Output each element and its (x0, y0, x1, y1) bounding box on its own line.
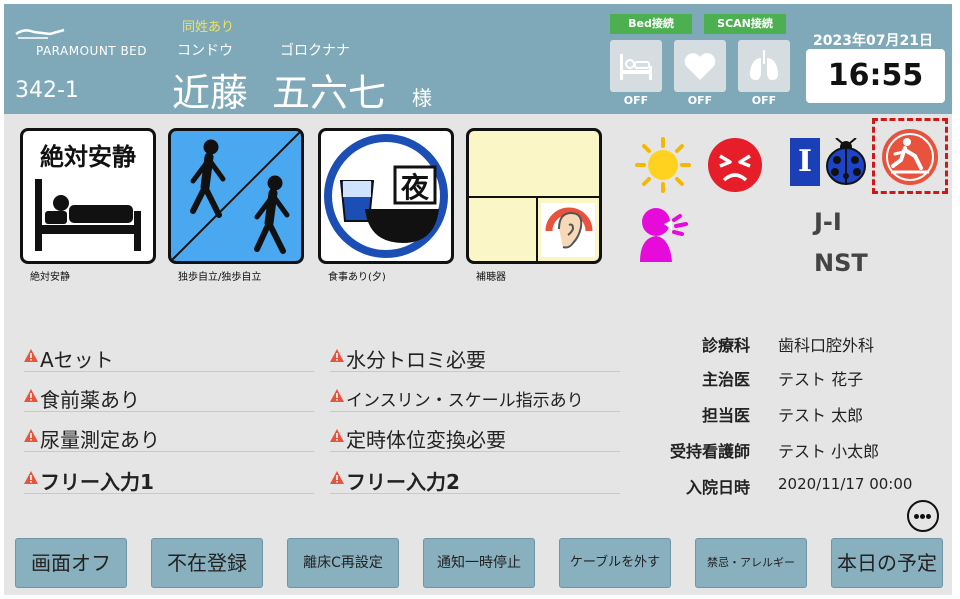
absence-register-button[interactable]: 不在登録 (151, 538, 263, 588)
warning-icon (330, 349, 344, 362)
note-item: 食前薬あり (24, 378, 314, 412)
paramount-bed-logo: PARAMOUNT BED (14, 26, 154, 62)
note-item: フリー入力1 (24, 460, 314, 494)
disconnect-cable-button[interactable]: ケーブルを外す (559, 538, 671, 588)
patient-kana-first: ゴロクナナ (280, 43, 350, 59)
card-hearing-aid-label: 補聴器 (476, 272, 506, 283)
card-meal-evening[interactable]: 夜 (318, 128, 454, 264)
heart-sensor-icon (684, 53, 716, 80)
note-item: フリー入力2 (330, 460, 620, 494)
department-value: 歯科口腔外科 (778, 336, 875, 355)
patient-name-first: 五六七 (272, 71, 387, 115)
note-item: 尿量測定あり (24, 418, 314, 452)
heart-sensor-status: OFF (687, 94, 713, 107)
bed-rest-icon: 絶対安静 (35, 143, 141, 251)
lungs-sensor-button[interactable] (738, 40, 790, 92)
lungs-sensor-status: OFF (751, 94, 777, 107)
same-name-warning: 同姓あり (182, 20, 235, 35)
warning-icon (24, 349, 38, 362)
note-item: インスリン・スケール指示あり (330, 378, 620, 412)
screen-off-button[interactable]: 画面オフ (15, 538, 127, 588)
card-walking-independent-label: 独歩自立/独歩自立 (178, 272, 262, 283)
note-text: インスリン・スケール指示あり (346, 391, 584, 411)
hearing-aid-icon (469, 196, 599, 261)
patient-name-last: 近藤 (172, 71, 249, 115)
note-item: 水分トロミ必要 (330, 338, 620, 372)
note-text: 定時体位変換必要 (346, 428, 506, 452)
patient-header: PARAMOUNT BED 342-1 同姓あり コンドウ ゴロクナナ 近藤 五… (4, 4, 952, 115)
logo-text: PARAMOUNT BED (36, 44, 147, 58)
warning-icon (330, 429, 344, 442)
meal-night-icon: 夜 (324, 134, 448, 258)
note-text: Aセット (40, 348, 114, 372)
room-number: 342-1 (15, 78, 79, 103)
warning-icon (24, 429, 38, 442)
angry-face-icon (708, 138, 762, 192)
insulin-letter: I (797, 144, 813, 179)
lungs-sensor-icon (749, 50, 779, 80)
pause-notification-button[interactable]: 通知一時停止 (423, 538, 535, 588)
card-hearing-aid[interactable] (466, 128, 602, 264)
admission-date-label: 入院日時 (685, 478, 750, 497)
note-item: 定時体位変換必要 (330, 418, 620, 452)
note-text: 食前薬あり (40, 388, 140, 412)
bedside-terminal-screen: PARAMOUNT BED 342-1 同姓あり コンドウ ゴロクナナ 近藤 五… (4, 4, 952, 595)
fall-risk-icon[interactable] (881, 128, 939, 186)
card-absolute-rest-label: 絶対安静 (30, 272, 70, 283)
doctor-in-charge-label: 担当医 (701, 406, 750, 425)
bed-sensor-button[interactable] (610, 40, 662, 92)
note-item: Aセット (24, 338, 314, 372)
honorific: 様 (412, 86, 432, 110)
todays-schedule-button[interactable]: 本日の予定 (831, 538, 943, 588)
walking-person-icon (171, 131, 301, 261)
card-meal-evening-label: 食事あり(夕) (328, 272, 386, 283)
department-label: 診療科 (701, 336, 750, 355)
note-text: 尿量測定あり (40, 428, 160, 452)
warning-icon (24, 471, 38, 484)
code-j-i: J-I (814, 208, 842, 236)
note-text: フリー入力1 (40, 470, 154, 494)
more-options-icon[interactable] (907, 500, 939, 532)
contraindication-allergy-button[interactable]: 禁忌・アレルギー (695, 538, 807, 588)
card-absolute-rest-title: 絶対安静 (40, 143, 136, 171)
card-walking-independent[interactable] (168, 128, 304, 264)
patient-kana-last: コンドウ (177, 43, 233, 59)
bed-sensor-status: OFF (623, 94, 649, 107)
ladybug-icon (826, 138, 866, 185)
primary-nurse-value: テスト 小太郎 (778, 442, 880, 461)
note-text: フリー入力2 (346, 470, 460, 494)
sun-icon (635, 137, 691, 193)
bed-connection-badge: Bed接続 (610, 14, 692, 34)
bed-sensor-icon (620, 54, 652, 80)
night-badge: 夜 (400, 171, 430, 204)
heart-sensor-button[interactable] (674, 40, 726, 92)
current-time: 16:55 (806, 49, 945, 103)
scan-connection-badge: SCAN接続 (704, 14, 786, 34)
warning-icon (330, 389, 344, 402)
doctor-in-charge-value: テスト 太郎 (778, 406, 864, 425)
note-text: 水分トロミ必要 (346, 348, 486, 372)
code-nst: NST (814, 249, 868, 277)
attending-physician-value: テスト 花子 (778, 370, 864, 389)
card-absolute-rest[interactable]: 絶対安静 (20, 128, 156, 264)
warning-icon (330, 471, 344, 484)
bed-exit-reset-button[interactable]: 離床C再設定 (287, 538, 399, 588)
warning-icon (24, 389, 38, 402)
insulin-i-icon: I (790, 138, 820, 186)
attending-physician-label: 主治医 (701, 370, 750, 389)
admission-date-value: 2020/11/17 00:00 (778, 475, 913, 493)
shouting-person-icon (640, 208, 688, 262)
primary-nurse-label: 受持看護師 (669, 442, 750, 461)
